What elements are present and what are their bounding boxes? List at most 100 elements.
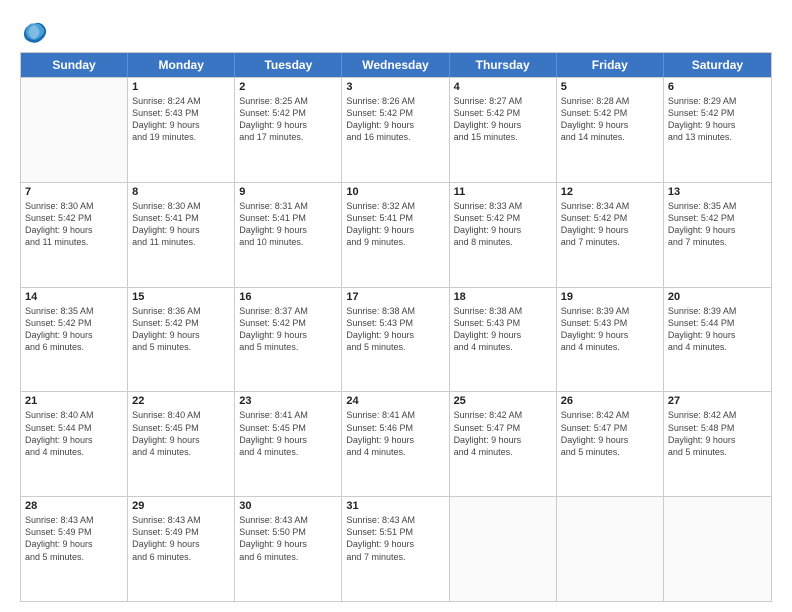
calendar-cell: 12Sunrise: 8:34 AM Sunset: 5:42 PM Dayli… <box>557 183 664 287</box>
calendar-cell: 6 Sunrise: 8:29 AM Sunset: 5:42 PM Daylig… <box>664 78 771 182</box>
cell-content: Sunrise: 8:38 AM Sunset: 5:43 PM Dayligh… <box>454 305 552 354</box>
cell-content: Sunrise: 8:29 AM Sunset: 5:42 PM Dayligh… <box>668 95 767 144</box>
cell-content: Sunrise: 8:26 AM Sunset: 5:42 PM Dayligh… <box>346 95 444 144</box>
calendar-cell: 14 Sunrise: 8:35 AM Sunset: 5:42 PM Dayli… <box>21 288 128 392</box>
calendar-row: 21 Sunrise: 8:40 AM Sunset: 5:44 PM Dayli… <box>21 391 771 496</box>
day-number: 9 <box>239 186 337 198</box>
day-number: 10 <box>346 186 444 198</box>
calendar-cell: 2 Sunrise: 8:25 AM Sunset: 5:42 PM Daylig… <box>235 78 342 182</box>
calendar-cell: 31 Sunrise: 8:43 AM Sunset: 5:51 PM Dayli… <box>342 497 449 601</box>
day-number: 24 <box>346 395 444 407</box>
day-number: 6 <box>668 81 767 93</box>
cell-content: Sunrise: 8:42 AM Sunset: 5:48 PM Dayligh… <box>668 409 767 458</box>
day-number: 14 <box>25 291 123 303</box>
day-number: 13 <box>668 186 767 198</box>
cell-content: Sunrise: 8:32 AM Sunset: 5:41 PM Dayligh… <box>346 200 444 249</box>
cell-content: Sunrise: 8:43 AM Sunset: 5:49 PM Dayligh… <box>25 514 123 563</box>
day-number: 21 <box>25 395 123 407</box>
day-number: 1 <box>132 81 230 93</box>
header-cell-thursday: Thursday <box>450 53 557 77</box>
cell-content: Sunrise: 8:25 AM Sunset: 5:42 PM Dayligh… <box>239 95 337 144</box>
day-number: 29 <box>132 500 230 512</box>
calendar-cell <box>557 497 664 601</box>
calendar-row: 7 Sunrise: 8:30 AM Sunset: 5:42 PM Daylig… <box>21 182 771 287</box>
day-number: 27 <box>668 395 767 407</box>
calendar-cell: 25Sunrise: 8:42 AM Sunset: 5:47 PM Dayli… <box>450 392 557 496</box>
calendar-cell: 15 Sunrise: 8:36 AM Sunset: 5:42 PM Dayli… <box>128 288 235 392</box>
day-number: 28 <box>25 500 123 512</box>
day-number: 22 <box>132 395 230 407</box>
header-cell-wednesday: Wednesday <box>342 53 449 77</box>
day-number: 11 <box>454 186 552 198</box>
calendar-header: SundayMondayTuesdayWednesdayThursdayFrid… <box>21 53 771 77</box>
calendar-cell: 20 Sunrise: 8:39 AM Sunset: 5:44 PM Dayli… <box>664 288 771 392</box>
day-number: 8 <box>132 186 230 198</box>
calendar-cell: 1Sunrise: 8:24 AM Sunset: 5:43 PM Daylig… <box>128 78 235 182</box>
day-number: 17 <box>346 291 444 303</box>
calendar-cell: 10 Sunrise: 8:32 AM Sunset: 5:41 PM Dayli… <box>342 183 449 287</box>
cell-content: Sunrise: 8:36 AM Sunset: 5:42 PM Dayligh… <box>132 305 230 354</box>
calendar-cell: 16 Sunrise: 8:37 AM Sunset: 5:42 PM Dayli… <box>235 288 342 392</box>
calendar-body: 1Sunrise: 8:24 AM Sunset: 5:43 PM Daylig… <box>21 77 771 601</box>
header-cell-saturday: Saturday <box>664 53 771 77</box>
cell-content: Sunrise: 8:33 AM Sunset: 5:42 PM Dayligh… <box>454 200 552 249</box>
day-number: 20 <box>668 291 767 303</box>
cell-content: Sunrise: 8:43 AM Sunset: 5:50 PM Dayligh… <box>239 514 337 563</box>
cell-content: Sunrise: 8:35 AM Sunset: 5:42 PM Dayligh… <box>25 305 123 354</box>
cell-content: Sunrise: 8:39 AM Sunset: 5:43 PM Dayligh… <box>561 305 659 354</box>
day-number: 16 <box>239 291 337 303</box>
cell-content: Sunrise: 8:41 AM Sunset: 5:45 PM Dayligh… <box>239 409 337 458</box>
header-cell-sunday: Sunday <box>21 53 128 77</box>
calendar-cell: 30 Sunrise: 8:43 AM Sunset: 5:50 PM Dayli… <box>235 497 342 601</box>
calendar-cell: 29 Sunrise: 8:43 AM Sunset: 5:49 PM Dayli… <box>128 497 235 601</box>
calendar-cell: 18 Sunrise: 8:38 AM Sunset: 5:43 PM Dayli… <box>450 288 557 392</box>
day-number: 18 <box>454 291 552 303</box>
cell-content: Sunrise: 8:43 AM Sunset: 5:51 PM Dayligh… <box>346 514 444 563</box>
day-number: 7 <box>25 186 123 198</box>
calendar-cell: 13 Sunrise: 8:35 AM Sunset: 5:42 PM Dayli… <box>664 183 771 287</box>
cell-content: Sunrise: 8:35 AM Sunset: 5:42 PM Dayligh… <box>668 200 767 249</box>
logo <box>20 18 52 46</box>
calendar-cell: 28 Sunrise: 8:43 AM Sunset: 5:49 PM Dayli… <box>21 497 128 601</box>
calendar-cell: 11 Sunrise: 8:33 AM Sunset: 5:42 PM Dayli… <box>450 183 557 287</box>
calendar-cell: 22 Sunrise: 8:40 AM Sunset: 5:45 PM Dayli… <box>128 392 235 496</box>
day-number: 4 <box>454 81 552 93</box>
calendar: SundayMondayTuesdayWednesdayThursdayFrid… <box>20 52 772 602</box>
cell-content: Sunrise: 8:40 AM Sunset: 5:44 PM Dayligh… <box>25 409 123 458</box>
calendar-cell: 27 Sunrise: 8:42 AM Sunset: 5:48 PM Dayli… <box>664 392 771 496</box>
day-number: 31 <box>346 500 444 512</box>
cell-content: Sunrise: 8:37 AM Sunset: 5:42 PM Dayligh… <box>239 305 337 354</box>
day-number: 3 <box>346 81 444 93</box>
day-number: 15 <box>132 291 230 303</box>
header-cell-tuesday: Tuesday <box>235 53 342 77</box>
logo-icon <box>20 18 48 46</box>
day-number: 26 <box>561 395 659 407</box>
cell-content: Sunrise: 8:41 AM Sunset: 5:46 PM Dayligh… <box>346 409 444 458</box>
calendar-row: 14 Sunrise: 8:35 AM Sunset: 5:42 PM Dayli… <box>21 287 771 392</box>
day-number: 23 <box>239 395 337 407</box>
day-number: 30 <box>239 500 337 512</box>
cell-content: Sunrise: 8:39 AM Sunset: 5:44 PM Dayligh… <box>668 305 767 354</box>
calendar-cell: 24 Sunrise: 8:41 AM Sunset: 5:46 PM Dayli… <box>342 392 449 496</box>
cell-content: Sunrise: 8:38 AM Sunset: 5:43 PM Dayligh… <box>346 305 444 354</box>
calendar-cell: 8 Sunrise: 8:30 AM Sunset: 5:41 PM Daylig… <box>128 183 235 287</box>
calendar-cell <box>21 78 128 182</box>
cell-content: Sunrise: 8:34 AM Sunset: 5:42 PM Dayligh… <box>561 200 659 249</box>
calendar-cell: 3 Sunrise: 8:26 AM Sunset: 5:42 PM Daylig… <box>342 78 449 182</box>
calendar-cell <box>450 497 557 601</box>
day-number: 5 <box>561 81 659 93</box>
calendar-cell: 17 Sunrise: 8:38 AM Sunset: 5:43 PM Dayli… <box>342 288 449 392</box>
calendar-cell <box>664 497 771 601</box>
calendar-cell: 7 Sunrise: 8:30 AM Sunset: 5:42 PM Daylig… <box>21 183 128 287</box>
calendar-cell: 19 Sunrise: 8:39 AM Sunset: 5:43 PM Dayli… <box>557 288 664 392</box>
day-number: 2 <box>239 81 337 93</box>
cell-content: Sunrise: 8:43 AM Sunset: 5:49 PM Dayligh… <box>132 514 230 563</box>
cell-content: Sunrise: 8:28 AM Sunset: 5:42 PM Dayligh… <box>561 95 659 144</box>
cell-content: Sunrise: 8:30 AM Sunset: 5:41 PM Dayligh… <box>132 200 230 249</box>
calendar-cell: 21 Sunrise: 8:40 AM Sunset: 5:44 PM Dayli… <box>21 392 128 496</box>
day-number: 19 <box>561 291 659 303</box>
cell-content: Sunrise: 8:30 AM Sunset: 5:42 PM Dayligh… <box>25 200 123 249</box>
cell-content: Sunrise: 8:40 AM Sunset: 5:45 PM Dayligh… <box>132 409 230 458</box>
header-cell-monday: Monday <box>128 53 235 77</box>
calendar-cell: 5 Sunrise: 8:28 AM Sunset: 5:42 PM Daylig… <box>557 78 664 182</box>
